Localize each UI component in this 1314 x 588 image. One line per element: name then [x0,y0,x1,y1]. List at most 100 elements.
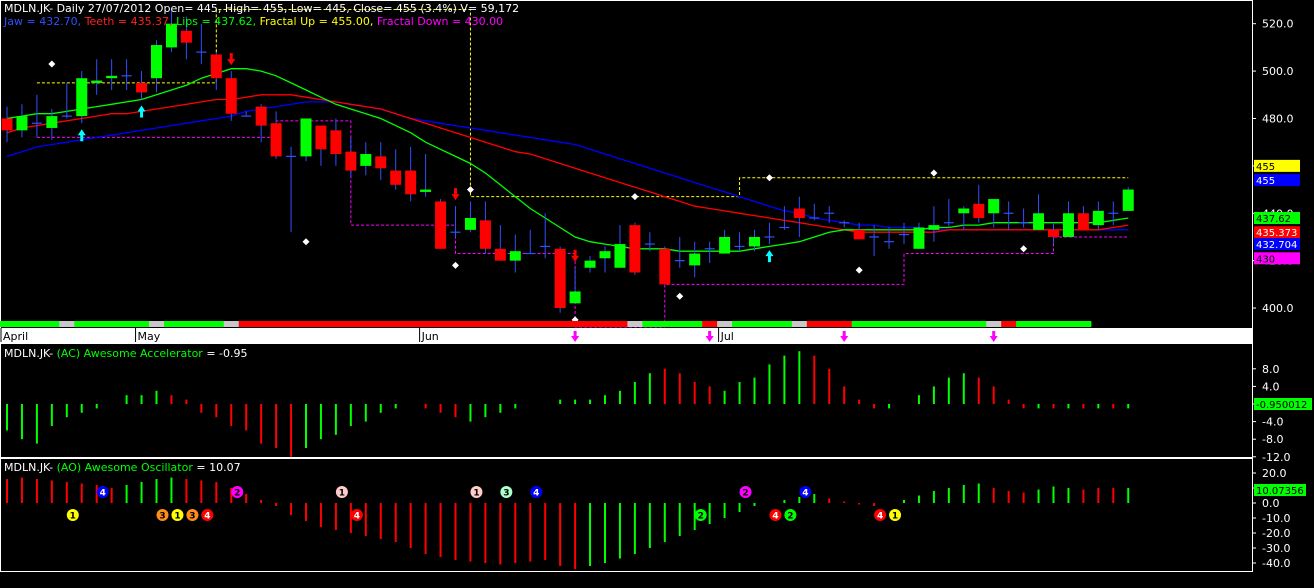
candle-up [689,253,701,266]
candle-down [255,106,267,126]
candle-up [584,260,596,268]
trend-bar-segment [597,321,613,327]
trend-bar-segment [926,321,942,327]
trend-bar-segment [134,321,150,327]
ac-header: MDLN.JK- (AC) Awesome Accelerator = -0.9… [4,347,248,360]
background [0,0,1314,588]
trend-bar-segment [358,321,374,327]
ao-signal-label: 2 [234,489,240,499]
candle-down [375,156,387,169]
price-y-tick-label: 520.0 [1262,18,1294,31]
trend-bar-segment [717,321,733,327]
candle-up [46,116,58,128]
candle-up [151,45,162,79]
trend-bar-segment [74,321,90,327]
ao-signal-label: 2 [787,512,793,522]
price-y-tick-label: 500.0 [1262,65,1294,78]
candle-up [958,208,970,214]
month-label: Jul [720,330,734,343]
trend-bar-segment [29,321,45,327]
trend-bar-segment [537,321,554,327]
trend-bar-segment [0,321,15,327]
candle-up [76,78,88,117]
ao-prefix: MDLN.JK- [4,461,54,474]
trend-bar-segment [1060,321,1077,327]
trend-bar-segment [193,321,210,327]
candle-down [1077,213,1089,230]
trend-bar-segment [507,321,524,327]
candle-up [569,291,581,304]
trend-bar-segment [672,321,688,327]
ao-signal-label: 4 [533,489,539,499]
trend-bar-segment [702,321,718,327]
candle-up [300,118,312,157]
lips-legend: Lips = 437.62, [176,15,257,28]
trend-bar-segment [582,321,599,327]
trend-bar-segment [836,321,853,327]
trend-bar-segment [552,321,569,327]
trend-bar-segment [522,321,539,327]
candle-up [1062,213,1074,237]
candle-down [629,225,641,273]
ao-signal-label: 2 [742,489,748,499]
ao-signal-label: 4 [354,512,360,522]
candle-up [988,199,1000,214]
trend-bar-segment [612,321,628,327]
ao-signal-label: 1 [174,512,180,522]
candle-down [315,125,327,150]
month-label: Jun [421,330,439,343]
ao-signal-label: 4 [772,512,778,522]
candle-down [1,118,13,131]
trend-bar-segment [298,321,314,327]
candle-down [853,229,865,240]
trend-bar-segment [627,321,643,327]
trend-bar-segment [373,321,389,327]
trend-bar-segment [896,321,912,327]
candle-up [1033,213,1045,230]
month-label: May [138,330,161,343]
candle-down [479,220,491,249]
trend-bar-segment [89,321,105,327]
trend-bar-segment [44,321,60,327]
trend-bar-segment [1046,321,1062,327]
trend-bar-segment [911,321,927,327]
trend-bar-segment [986,321,1002,327]
trend-bar-segment [791,321,808,327]
candle-down [225,78,237,114]
trend-bar-segment [418,321,434,327]
ao-signal-label: 4 [802,489,808,499]
trend-bar-segment [776,321,793,327]
candle-down [494,248,506,261]
ac-name: (AC) Awesome Accelerator [56,347,203,360]
teeth-legend: Teeth = 435.37, [84,15,173,28]
value-tag-label: 430 [1256,254,1275,265]
fractal-up-legend: Fractal Up = 455.00, [259,15,374,28]
ao-signal-label: 1 [892,512,898,522]
ao-y-tick-label: -10.0 [1262,512,1290,525]
ac-prefix: MDLN.JK- [4,347,54,360]
ac-value-tag-label: -0.950012 [1256,400,1307,411]
trend-bar-segment [1075,321,1092,327]
price-y-tick-label: 480.0 [1262,112,1294,125]
trend-bar-segment [283,321,300,327]
value-tag-label: 432.704 [1256,240,1297,251]
trend-bar-segment [433,321,449,327]
candle-up [614,244,626,268]
trend-bar-segment [477,321,494,327]
trend-bar-segment [881,321,898,327]
trend-bar-segment [941,321,957,327]
ao-signal-label: 3 [159,512,165,522]
fractal-down-legend: Fractal Down = 430.00 [376,15,504,28]
trend-bar-segment [223,321,240,327]
ac-y-tick-label: 8.0 [1262,363,1280,376]
trend-bar-segment [1001,321,1017,327]
trend-bar-segment [448,321,464,327]
ao-header: MDLN.JK- (AO) Awesome Oscillator = 10.07 [4,461,241,474]
candle-up [1092,210,1104,226]
candle-down [270,123,282,157]
ao-signal-label: 1 [339,489,345,499]
trend-bar-segment [313,321,329,327]
ao-y-tick-label: -40.0 [1262,557,1290,570]
candle-down [973,203,985,218]
trend-bar-segment [567,321,584,327]
